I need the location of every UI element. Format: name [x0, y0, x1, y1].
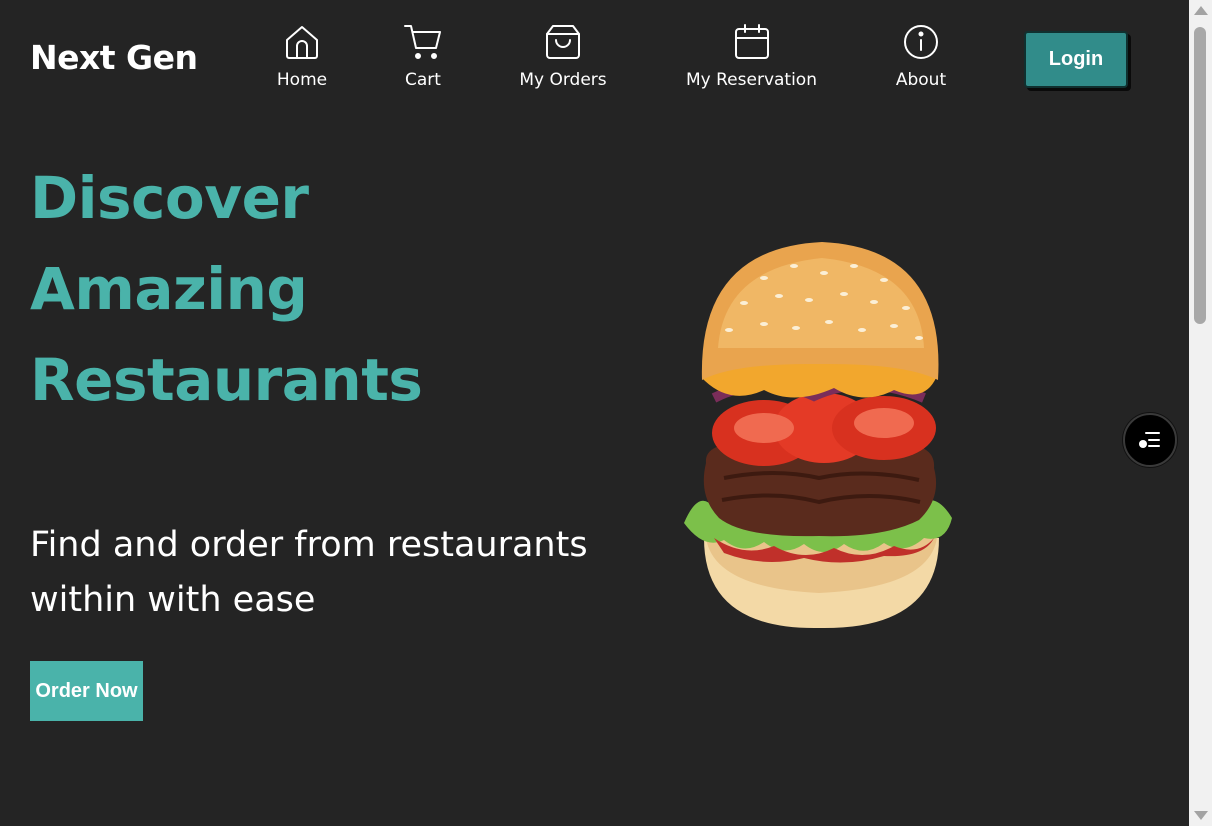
- brand-logo[interactable]: Next Gen: [30, 38, 198, 77]
- home-icon: [286, 26, 318, 59]
- nav-home[interactable]: Home: [272, 22, 332, 96]
- nav-cart-label: Cart: [405, 70, 441, 90]
- floating-menu-button[interactable]: [1123, 413, 1177, 467]
- scroll-down-icon[interactable]: [1194, 811, 1208, 820]
- vertical-scrollbar[interactable]: [1189, 0, 1212, 826]
- scroll-up-icon[interactable]: [1194, 6, 1208, 15]
- info-icon: [904, 25, 938, 59]
- nav-about-label: About: [895, 70, 947, 90]
- shopping-bag-icon: [546, 25, 580, 59]
- hero-subtitle: Find and order from restaurants within w…: [30, 525, 588, 620]
- scroll-thumb[interactable]: [1194, 27, 1206, 324]
- nav-about[interactable]: About: [891, 22, 951, 96]
- nav-my-orders-label: My Orders: [519, 70, 607, 90]
- hero-headline-line-2: Amazing: [30, 255, 308, 323]
- menu-list-icon: [1139, 432, 1160, 448]
- cart-icon: [404, 25, 441, 59]
- order-now-button[interactable]: Order Now: [30, 661, 143, 721]
- nav-my-reservation-label: My Reservation: [686, 70, 817, 90]
- nav-my-orders[interactable]: My Orders: [513, 22, 613, 96]
- nav-my-reservation[interactable]: My Reservation: [680, 22, 823, 96]
- burger-image: [684, 242, 952, 629]
- calendar-icon: [734, 24, 769, 59]
- hero-headline-line-3: Restaurants: [30, 346, 423, 414]
- hero-headline-line-1: Discover: [30, 164, 309, 232]
- login-button[interactable]: Login: [1024, 31, 1128, 88]
- nav-home-label: Home: [276, 70, 328, 90]
- nav-cart[interactable]: Cart: [398, 22, 448, 96]
- page: Next Gen Home Cart My Orders My Reservat…: [0, 0, 1189, 826]
